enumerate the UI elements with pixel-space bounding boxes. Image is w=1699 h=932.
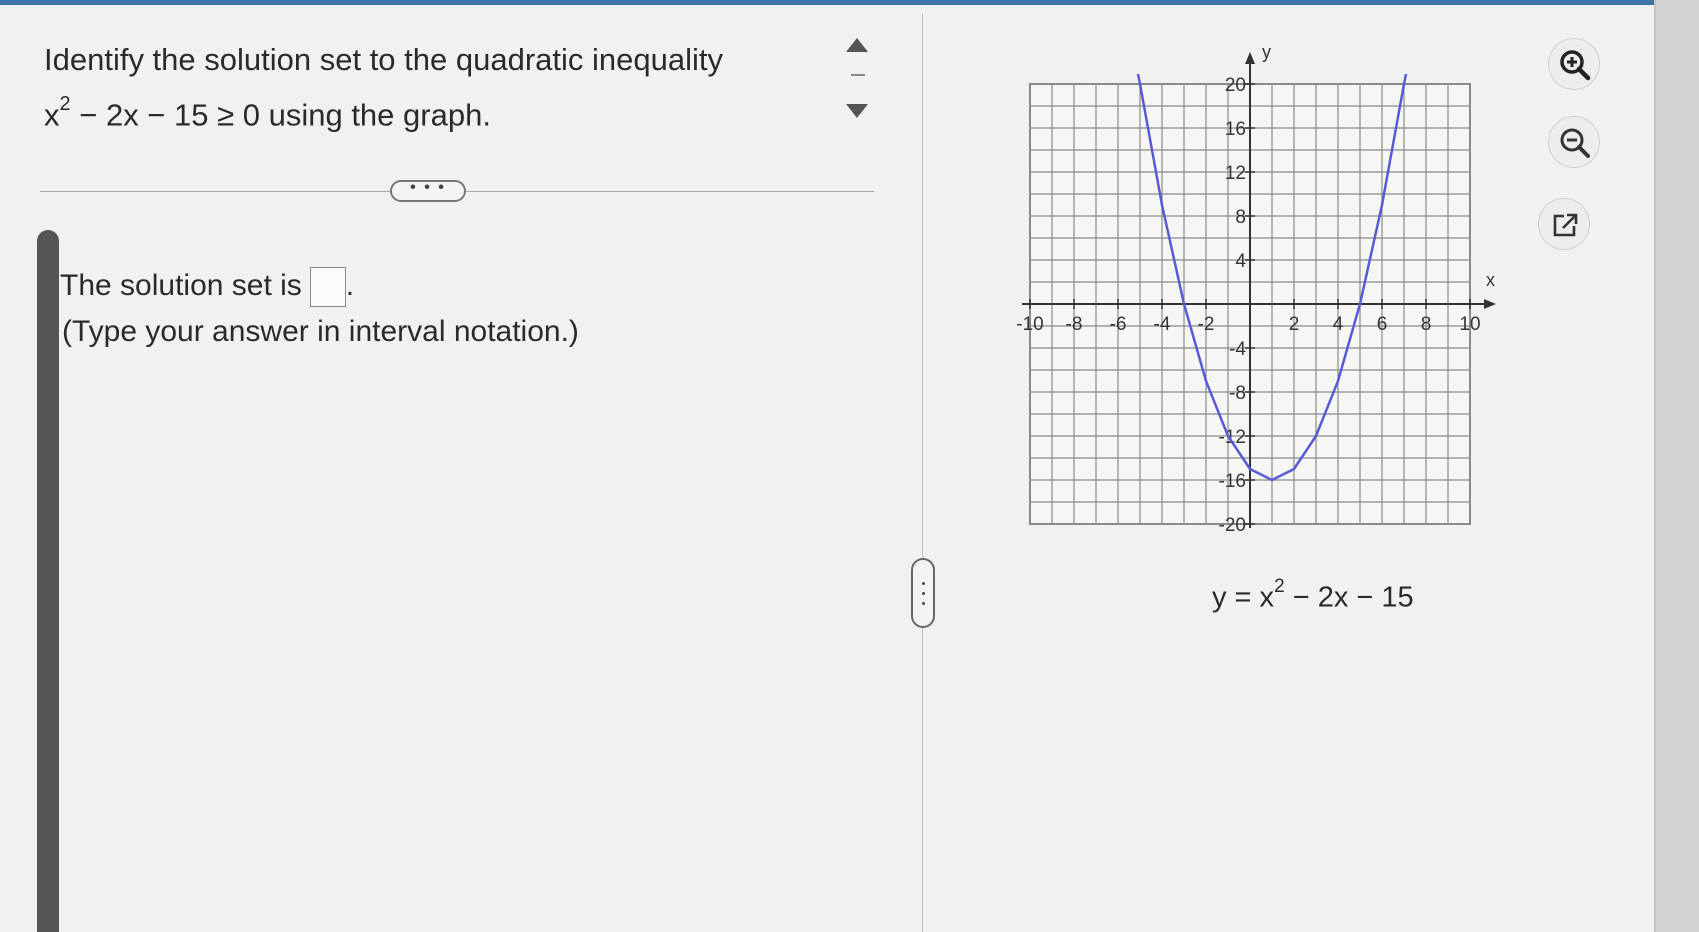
zoom-out-button[interactable] [1548, 116, 1600, 168]
nav-separator [851, 74, 865, 76]
pane-separator [922, 14, 923, 932]
x-tick-label: -6 [1110, 314, 1127, 335]
y-tick-label: 4 [1235, 251, 1246, 272]
question-text: Identify the solution set to the quadrat… [44, 36, 723, 139]
y-tick-label: 12 [1225, 163, 1246, 184]
answer-suffix: . [345, 269, 355, 302]
x-tick-label: -2 [1198, 314, 1215, 335]
y-tick-label: 16 [1225, 119, 1246, 140]
question-exponent: 2 [59, 93, 71, 115]
question-line-1: Identify the solution set to the quadrat… [44, 42, 723, 77]
question-rest: − 2x − 15 ≥ 0 using the graph. [70, 97, 491, 133]
left-scroll-bar[interactable] [37, 230, 59, 932]
graph-caption: y = x2 − 2x − 15 [1212, 576, 1414, 615]
open-new-window-icon [1553, 213, 1578, 237]
x-tick-label: 10 [1459, 314, 1480, 335]
caption-exponent: 2 [1274, 576, 1285, 597]
y-tick-label: -12 [1219, 427, 1246, 448]
zoom-in-icon [1560, 50, 1591, 81]
answer-input-box[interactable] [309, 267, 346, 308]
y-tick-label: -4 [1229, 339, 1246, 360]
parabola-graph: x y -10 -8 -6 -4 -2 2 4 6 8 10 20 16 12 8 4 -4 -8 -12 -16 -2… [1016, 44, 1496, 536]
answer-hint: (Type your answer in interval notation.) [62, 315, 579, 348]
x-tick-label: -4 [1154, 314, 1171, 335]
answer-line: The solution set is. [60, 262, 354, 310]
scroll-down-arrow-icon[interactable] [846, 104, 868, 118]
x-tick-label: -10 [1016, 314, 1043, 335]
x-axis-label: x [1486, 270, 1495, 290]
x-tick-label: 6 [1377, 314, 1388, 335]
y-axis-label: y [1262, 44, 1271, 62]
y-tick-label: -20 [1219, 515, 1246, 536]
question-line-2: x2 − 2x − 15 ≥ 0 using the graph. [44, 84, 723, 139]
y-tick-label: -16 [1219, 471, 1246, 492]
x-tick-label: 8 [1421, 314, 1432, 335]
zoom-out-icon [1560, 128, 1590, 158]
scroll-up-arrow-icon[interactable] [846, 38, 868, 52]
right-scroll-strip[interactable] [1656, 0, 1699, 932]
y-axis-arrow [1245, 52, 1255, 64]
caption-lhs: y = x [1212, 581, 1275, 614]
top-accent-bar [0, 0, 1699, 5]
open-new-window-button[interactable] [1538, 198, 1590, 250]
pane-resize-handle[interactable] [911, 558, 935, 628]
more-options-button[interactable]: • • • [390, 180, 466, 202]
x-tick-label: 2 [1289, 314, 1300, 335]
x-tick-label: 4 [1333, 314, 1344, 335]
question-var: x [44, 97, 60, 133]
y-tick-label: 8 [1235, 207, 1246, 228]
answer-prefix: The solution set is [60, 269, 302, 302]
x-axis-arrow [1484, 299, 1496, 309]
caption-rhs: − 2x − 15 [1284, 581, 1414, 614]
y-tick-label: 20 [1225, 75, 1246, 96]
zoom-in-button[interactable] [1548, 38, 1600, 90]
y-tick-label: -8 [1229, 383, 1246, 404]
question-nav [846, 38, 872, 118]
x-tick-label: -8 [1066, 314, 1083, 335]
